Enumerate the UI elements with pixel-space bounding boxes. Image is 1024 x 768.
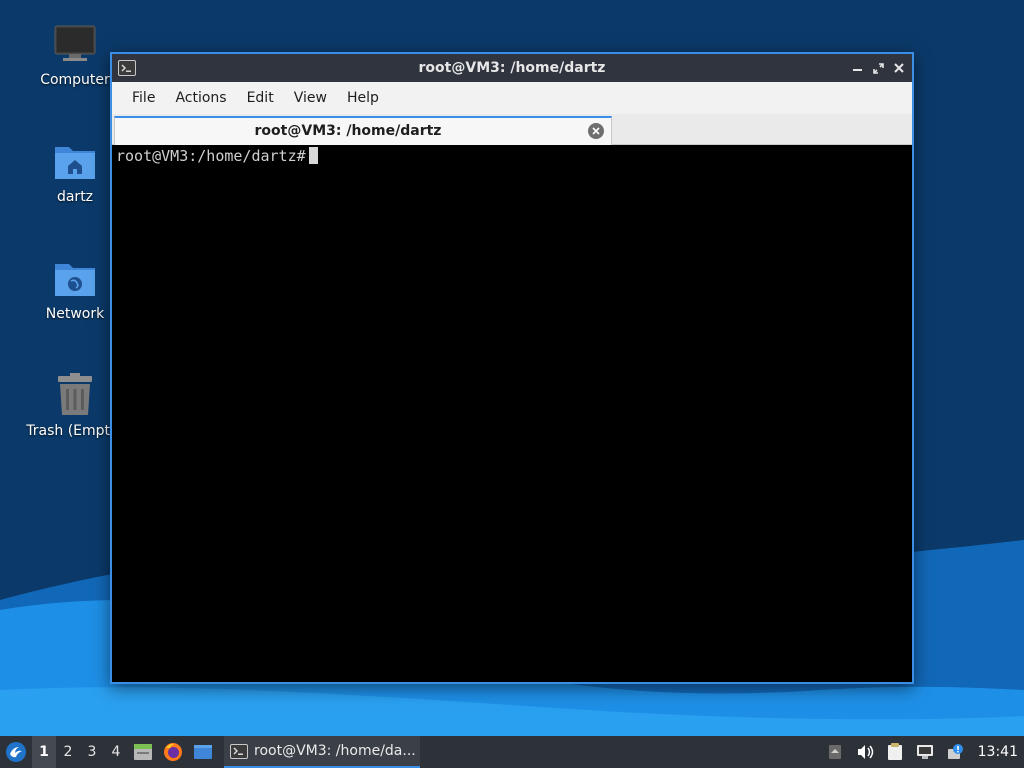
workspace-2[interactable]: 2	[56, 736, 80, 768]
desktop-icon-label: Computer	[40, 72, 110, 88]
taskbar: 1 2 3 4 root@VM3: /home/da... 13:41	[0, 736, 1024, 768]
menu-help[interactable]: Help	[337, 82, 389, 114]
clock[interactable]: 13:41	[970, 744, 1024, 760]
terminal-cursor	[308, 147, 318, 164]
workspace-4[interactable]: 4	[104, 736, 128, 768]
menu-view[interactable]: View	[284, 82, 337, 114]
maximize-button[interactable]	[869, 59, 887, 77]
minimize-button[interactable]	[848, 59, 866, 77]
system-tray: 13:41	[820, 736, 1024, 768]
menu-file[interactable]: File	[122, 82, 165, 114]
lubuntu-start-icon[interactable]	[0, 736, 32, 768]
notification-arrow-icon[interactable]	[820, 736, 850, 768]
trash-icon	[51, 371, 99, 419]
window-title: root@VM3: /home/dartz	[418, 60, 606, 76]
network-icon[interactable]	[910, 736, 940, 768]
terminal-window[interactable]: root@VM3: /home/dartz File Actions Edit …	[110, 52, 914, 684]
taskbar-task-terminal[interactable]: root@VM3: /home/da...	[224, 736, 420, 768]
menu-edit[interactable]: Edit	[237, 82, 284, 114]
network-folder-icon	[51, 254, 99, 302]
desktop-icon-home-folder[interactable]: dartz	[29, 137, 121, 205]
volume-icon[interactable]	[850, 736, 880, 768]
close-button[interactable]	[890, 59, 908, 77]
close-circle-icon[interactable]	[588, 123, 604, 139]
desktop-icon-label: Network	[45, 306, 105, 322]
task-label: root@VM3: /home/da...	[254, 743, 416, 759]
terminal-output[interactable]: root@VM3:/home/dartz#	[114, 146, 910, 680]
restore-icon	[872, 62, 884, 74]
minimize-icon	[852, 69, 862, 71]
terminal-icon	[230, 743, 248, 759]
close-icon	[894, 63, 904, 73]
update-icon[interactable]	[940, 736, 970, 768]
desktop-icon-network[interactable]: Network	[29, 254, 121, 322]
file-manager-icon[interactable]	[128, 736, 158, 768]
tab-bar: root@VM3: /home/dartz	[112, 114, 912, 145]
clipboard-icon[interactable]	[880, 736, 910, 768]
terminal-tab[interactable]: root@VM3: /home/dartz	[114, 116, 612, 145]
desktop-icon-computer[interactable]: Computer	[29, 20, 121, 88]
terminal-prompt: root@VM3:/home/dartz#	[116, 147, 306, 165]
firefox-icon[interactable]	[158, 736, 188, 768]
window-titlebar[interactable]: root@VM3: /home/dartz	[112, 54, 912, 82]
menu-bar: File Actions Edit View Help	[112, 82, 912, 114]
show-desktop-icon[interactable]	[188, 736, 218, 768]
desktop-icon-label: dartz	[56, 189, 94, 205]
computer-icon	[51, 20, 99, 68]
workspace-3[interactable]: 3	[80, 736, 104, 768]
desktop-icon-trash[interactable]: Trash (Empty)	[26, 371, 124, 439]
home-folder-icon	[51, 137, 99, 185]
tab-label: root@VM3: /home/dartz	[254, 123, 442, 139]
menu-actions[interactable]: Actions	[165, 82, 236, 114]
workspace-1[interactable]: 1	[32, 736, 56, 768]
